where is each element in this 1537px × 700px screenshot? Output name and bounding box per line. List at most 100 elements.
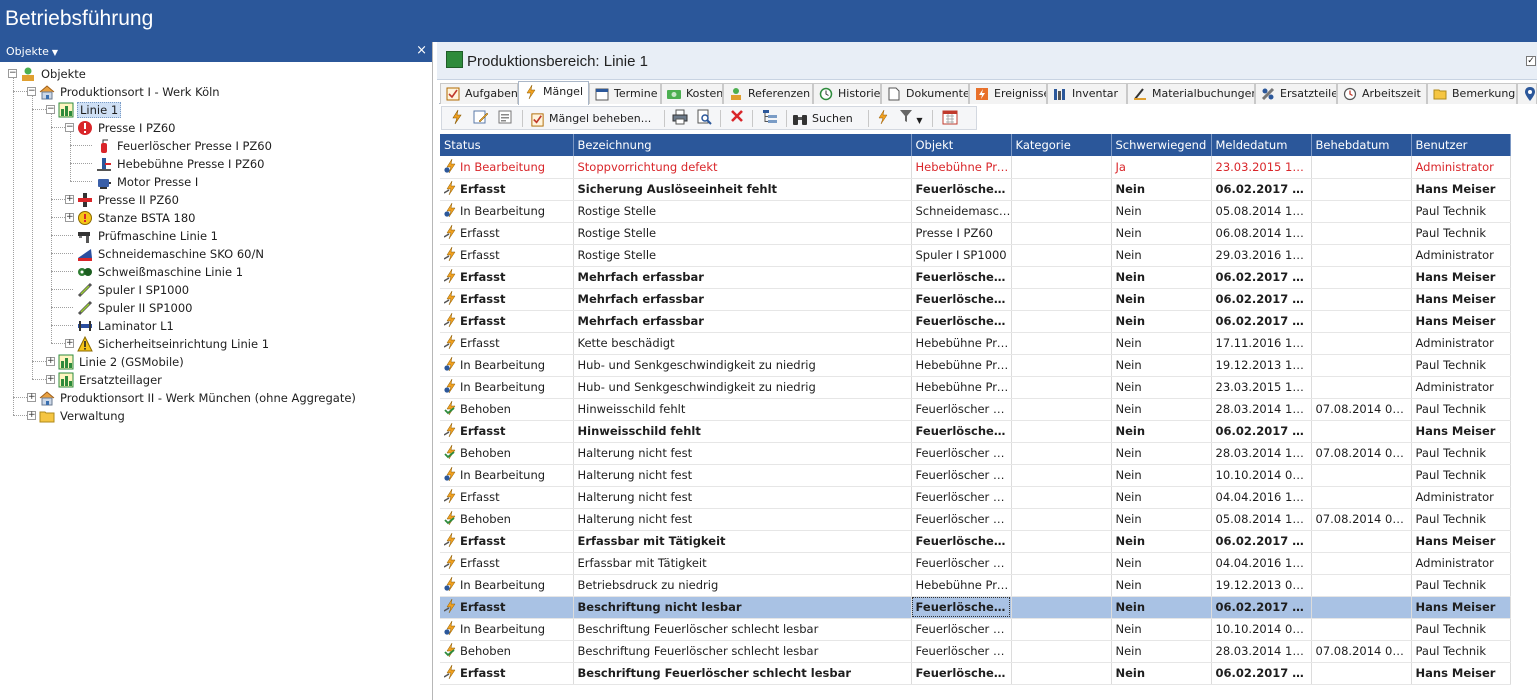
tree-view-icon[interactable] — [760, 109, 780, 128]
tree-node[interactable]: + Ersatzteillager — [46, 370, 164, 388]
tree-connector — [32, 109, 46, 110]
description-cell: Erfassbar mit Tätigkeit — [573, 530, 912, 553]
tab-termine[interactable]: Termine — [589, 83, 661, 104]
tree-node[interactable]: + Sicherheitseinrichtung Linie 1 — [65, 334, 271, 352]
column-header[interactable]: Benutzer — [1411, 134, 1511, 156]
print-icon[interactable] — [670, 109, 690, 128]
objects-panel-dropdown[interactable]: Objekte ▼ — [6, 45, 58, 58]
expand-icon[interactable]: + — [65, 213, 74, 222]
table-row[interactable]: Erfasst Mehrfach erfassbarFeuerlöscher P.… — [440, 310, 1511, 333]
tree-node[interactable]: + Stanze BSTA 180 — [65, 208, 198, 226]
tree-node[interactable]: Laminator L1 — [65, 316, 176, 334]
form-icon[interactable] — [496, 109, 514, 128]
tab-referenzen[interactable]: Referenzen — [723, 83, 813, 104]
tree-node[interactable]: + Verwaltung — [27, 406, 127, 424]
column-header[interactable]: Meldedatum — [1211, 134, 1312, 156]
table-row[interactable]: In Bearbeitung Hub- und Senkgeschwindigke… — [440, 376, 1511, 399]
tree-connector — [51, 199, 65, 200]
table-row[interactable]: Erfasst Erfassbar mit Tätigkeit Feuerlösch… — [440, 530, 1511, 553]
tree-node[interactable]: Schweißmaschine Linie 1 — [65, 262, 245, 280]
table-row[interactable]: Erfasst Mehrfach erfassbarFeuerlöscher P.… — [440, 266, 1511, 289]
tab-ersatzteile[interactable]: Ersatzteile — [1255, 83, 1337, 104]
column-header[interactable]: Bezeichnung — [573, 134, 912, 156]
fixed-date-cell — [1311, 376, 1412, 399]
table-row[interactable]: Erfasst Beschriftung nicht lesbar Feuerlös… — [440, 596, 1511, 619]
tree-node[interactable]: Schneidemaschine SKO 60/N — [65, 244, 266, 262]
tab-aufgaben[interactable]: Aufgaben — [440, 83, 518, 104]
tab-overflow[interactable] — [1517, 83, 1537, 104]
tab-arbeitszeit[interactable]: Arbeitszeit — [1337, 83, 1427, 104]
expand-icon[interactable]: + — [46, 375, 55, 384]
object-cell: Feuerlöscher P... — [911, 596, 1012, 619]
calendar-grid-icon[interactable] — [940, 109, 960, 128]
table-row[interactable]: In Bearbeitung Stoppvorrichtung defekt Heb… — [440, 156, 1511, 179]
tree-node[interactable]: Prüfmaschine Linie 1 — [65, 226, 220, 244]
table-row[interactable]: In Bearbeitung Halterung nicht fest Feuerl… — [440, 464, 1511, 487]
expand-icon[interactable]: + — [65, 195, 74, 204]
table-row[interactable]: Erfasst Halterung nicht fest Feuerlöscher … — [440, 486, 1511, 509]
lightning-icon[interactable] — [874, 109, 892, 128]
tree-connector — [51, 271, 73, 272]
tree-node[interactable]: − Produktionsort I - Werk Köln — [27, 82, 222, 100]
table-row[interactable]: Behoben Hinweisschild fehlt Feuerlöscher P… — [440, 398, 1511, 421]
print-preview-icon[interactable] — [694, 109, 714, 128]
tree-node[interactable]: Hebebühne Presse I PZ60 — [84, 154, 266, 172]
edit-icon[interactable] — [472, 109, 490, 128]
table-row[interactable]: Erfasst Hinweisschild fehlt Feuerlöscher P… — [440, 420, 1511, 443]
table-row[interactable]: Behoben Halterung nicht fest Feuerlöscher … — [440, 508, 1511, 531]
table-row[interactable]: Erfasst Beschriftung Feuerlöscher schlech… — [440, 662, 1511, 685]
tree-node[interactable]: Motor Presse I — [84, 172, 200, 190]
table-row[interactable]: Erfasst Rostige Stelle Presse I PZ60 Nein 06… — [440, 222, 1511, 245]
objects-panel-header[interactable]: Objekte ▼ × — [0, 42, 432, 62]
tab-dokumente[interactable]: Dokumente — [881, 83, 969, 104]
filter-dropdown[interactable]: ▼ — [896, 109, 926, 128]
table-row[interactable]: In Bearbeitung Beschriftung Feuerlöscher … — [440, 618, 1511, 641]
tree-node[interactable]: + Produktionsort II - Werk München (ohne … — [27, 388, 358, 406]
table-row[interactable]: Erfasst Erfassbar mit Tätigkeit Feuerlösch… — [440, 552, 1511, 575]
expand-icon[interactable]: + — [65, 339, 74, 348]
table-row[interactable]: Behoben Beschriftung Feuerlöscher schlech… — [440, 640, 1511, 663]
tab-mängel[interactable]: Mängel — [518, 81, 589, 105]
table-row[interactable]: In Bearbeitung Rostige Stelle Schneidemasc… — [440, 200, 1511, 223]
column-header[interactable]: Behebdatum — [1311, 134, 1412, 156]
tab-kosten[interactable]: Kosten — [661, 83, 723, 104]
collapse-icon[interactable]: − — [46, 105, 55, 114]
table-row[interactable]: Erfasst Rostige Stelle Spuler I SP1000 Nein… — [440, 244, 1511, 267]
tree-node[interactable]: Feuerlöscher Presse I PZ60 — [84, 136, 274, 154]
table-row[interactable]: In Bearbeitung Hub- und Senkgeschwindigke… — [440, 354, 1511, 377]
table-row[interactable]: In Bearbeitung Betriebsdruck zu niedrig He… — [440, 574, 1511, 597]
collapse-icon[interactable]: − — [8, 69, 17, 78]
close-icon[interactable]: × — [416, 43, 427, 58]
collapse-icon[interactable]: − — [65, 123, 74, 132]
category-cell — [1011, 640, 1112, 663]
tree-node[interactable]: − Presse I PZ60 — [65, 118, 178, 136]
tab-bemerkung[interactable]: Bemerkung — [1427, 83, 1517, 104]
tree-node[interactable]: + Presse II PZ60 — [65, 190, 181, 208]
table-row[interactable]: Behoben Halterung nicht fest Feuerlöscher … — [440, 442, 1511, 465]
tab-ereignisse[interactable]: Ereignisse — [969, 83, 1047, 104]
table-row[interactable]: Erfasst Kette beschädigt Hebebühne Pre... N… — [440, 332, 1511, 355]
column-header[interactable]: Schwerwiegend — [1111, 134, 1212, 156]
tab-inventar[interactable]: Inventar — [1047, 83, 1127, 104]
tree-node[interactable]: + Linie 2 (GSMobile) — [46, 352, 186, 370]
table-row[interactable]: Erfasst Sicherung Auslöseeinheit fehlt Feu… — [440, 178, 1511, 201]
column-header[interactable]: Status — [440, 134, 574, 156]
defect-new-icon[interactable] — [448, 109, 466, 128]
collapse-icon[interactable]: − — [27, 87, 36, 96]
tab-historie[interactable]: Historie — [813, 83, 881, 104]
table-row[interactable]: Erfasst Mehrfach erfassbarFeuerlöscher P.… — [440, 288, 1511, 311]
header-checkbox[interactable]: ✓ — [1526, 56, 1536, 66]
tree-node[interactable]: − Objekte — [8, 64, 88, 82]
column-header[interactable]: Objekt — [911, 134, 1012, 156]
column-header[interactable]: Kategorie — [1011, 134, 1112, 156]
expand-icon[interactable]: + — [46, 357, 55, 366]
tab-materialbuchungen[interactable]: Materialbuchungen — [1127, 83, 1255, 104]
tree-node[interactable]: Spuler I SP1000 — [65, 280, 191, 298]
delete-icon[interactable] — [728, 109, 746, 128]
fix-defects-button[interactable]: Mängel beheben... — [530, 109, 658, 128]
expand-icon[interactable]: + — [27, 393, 36, 402]
tree-node[interactable]: Spuler II SP1000 — [65, 298, 194, 316]
tree-node[interactable]: − Linie 1 — [46, 100, 122, 118]
expand-icon[interactable]: + — [27, 411, 36, 420]
search-button[interactable]: Suchen — [792, 109, 862, 128]
